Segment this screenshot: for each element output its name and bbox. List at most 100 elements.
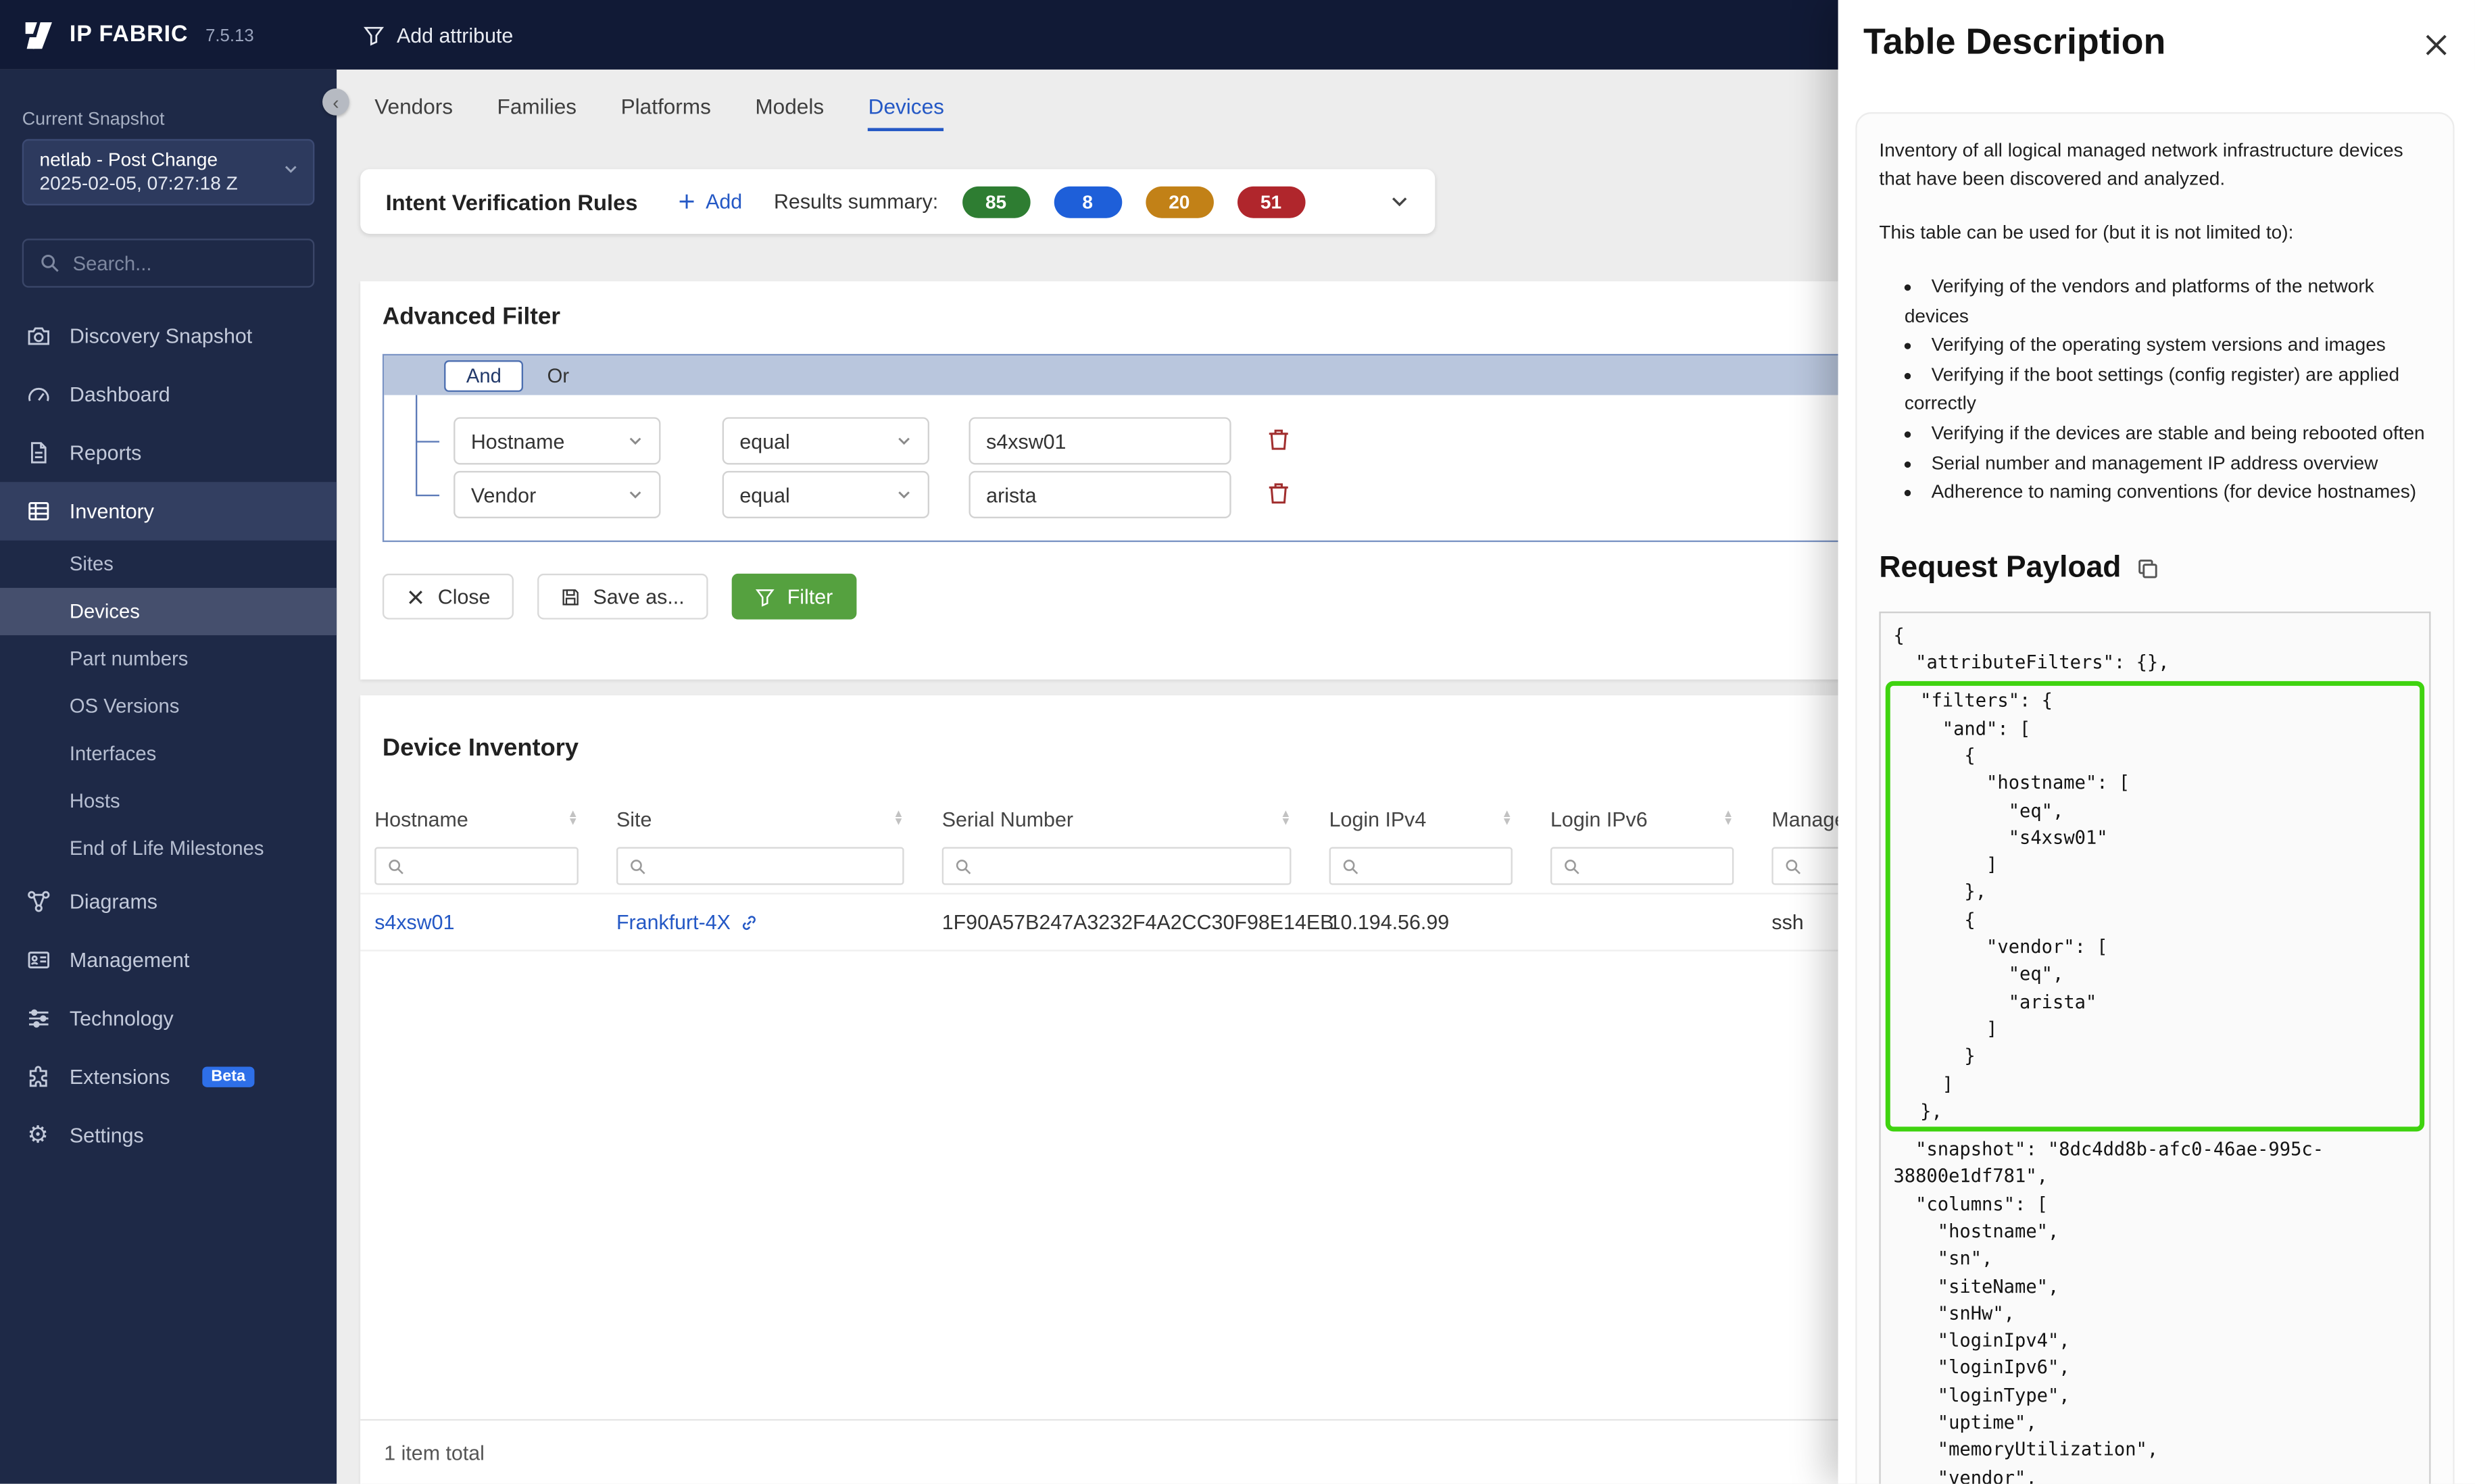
sidebar-item-label: Discovery Snapshot bbox=[70, 324, 252, 347]
column-header-serial-number[interactable]: Serial Number ▲▼ bbox=[942, 807, 1329, 831]
tab-vendors[interactable]: Vendors bbox=[374, 95, 453, 131]
tab-platforms[interactable]: Platforms bbox=[621, 95, 711, 131]
sidebar-item-end-of-life[interactable]: End of Life Milestones bbox=[0, 825, 337, 872]
result-badge-amber[interactable]: 20 bbox=[1146, 186, 1214, 218]
result-badge-blue[interactable]: 8 bbox=[1054, 186, 1122, 218]
collapse-sidebar-button[interactable]: ‹ bbox=[322, 89, 349, 116]
item-count: 1 item total bbox=[384, 1440, 485, 1464]
sidebar-item-reports[interactable]: Reports bbox=[0, 424, 337, 483]
serial-number-search-input[interactable] bbox=[981, 855, 1279, 877]
device-site-cell[interactable]: Frankfurt-4X bbox=[616, 910, 942, 934]
camera-icon bbox=[25, 323, 50, 348]
inventory-list-icon bbox=[25, 499, 50, 524]
add-attribute-button[interactable]: Add attribute bbox=[364, 23, 513, 47]
chevron-down-icon bbox=[896, 433, 912, 449]
sort-icons[interactable]: ▲▼ bbox=[1502, 811, 1513, 826]
filter-icon bbox=[364, 24, 384, 45]
snapshot-name: netlab - Post Change bbox=[39, 149, 268, 172]
login-ipv4-search[interactable] bbox=[1329, 847, 1513, 885]
login-ipv6-search-input[interactable] bbox=[1590, 855, 1721, 877]
sidebar-item-label: Technology bbox=[70, 1007, 174, 1031]
tab-families[interactable]: Families bbox=[497, 95, 577, 131]
login-ipv4-search-input[interactable] bbox=[1369, 855, 1500, 877]
sort-icons[interactable]: ▲▼ bbox=[893, 811, 904, 826]
operator-select-value: equal bbox=[739, 483, 789, 506]
sidebar-search-input[interactable] bbox=[73, 252, 297, 274]
sidebar-item-os-versions[interactable]: OS Versions bbox=[0, 683, 337, 730]
sidebar-item-discovery-snapshot[interactable]: Discovery Snapshot bbox=[0, 307, 337, 366]
tab-models[interactable]: Models bbox=[755, 95, 824, 131]
sidebar-item-label: Extensions bbox=[70, 1065, 170, 1089]
sidebar-item-hosts[interactable]: Hosts bbox=[0, 778, 337, 825]
operator-select[interactable]: equal bbox=[722, 417, 929, 464]
sidebar-item-label: Settings bbox=[70, 1124, 144, 1147]
sidebar-item-label: Diagrams bbox=[70, 890, 157, 914]
chevron-down-icon[interactable] bbox=[1389, 191, 1409, 212]
close-filter-button[interactable]: Close bbox=[383, 574, 514, 620]
sidebar-item-technology[interactable]: Technology bbox=[0, 989, 337, 1048]
chevron-left-icon: ‹ bbox=[333, 91, 339, 113]
current-snapshot-label: Current Snapshot bbox=[22, 111, 315, 130]
sidebar-item-sites[interactable]: Sites bbox=[0, 541, 337, 588]
chevron-down-icon bbox=[627, 487, 643, 502]
inventory-tabs: Vendors Families Platforms Models Device… bbox=[374, 95, 944, 131]
sidebar-item-extensions[interactable]: Extensions Beta bbox=[0, 1047, 337, 1106]
close-icon[interactable] bbox=[2423, 32, 2450, 59]
tab-devices[interactable]: Devices bbox=[868, 95, 944, 131]
column-header-login-ipv4[interactable]: Login IPv4 ▲▼ bbox=[1329, 807, 1550, 831]
column-header-login-ipv6[interactable]: Login IPv6 ▲▼ bbox=[1550, 807, 1771, 831]
snapshot-selector[interactable]: netlab - Post Change 2025-02-05, 07:27:1… bbox=[22, 139, 315, 205]
delete-filter-row-button[interactable] bbox=[1266, 480, 1293, 508]
column-header-hostname[interactable]: Hostname ▲▼ bbox=[374, 807, 616, 831]
apply-filter-button[interactable]: Filter bbox=[732, 574, 856, 620]
result-badge-green[interactable]: 85 bbox=[962, 186, 1030, 218]
sidebar-item-devices[interactable]: Devices bbox=[0, 588, 337, 635]
plus-icon bbox=[679, 193, 696, 210]
sidebar-item-inventory[interactable]: Inventory bbox=[0, 482, 337, 541]
column-label: Login IPv4 bbox=[1329, 807, 1427, 831]
login-ipv6-search[interactable] bbox=[1550, 847, 1734, 885]
search-icon bbox=[387, 858, 405, 875]
device-hostname-link[interactable]: s4xsw01 bbox=[374, 910, 616, 934]
copy-icon[interactable] bbox=[2137, 558, 2159, 580]
search-icon bbox=[954, 858, 972, 875]
sidebar-menu: Discovery Snapshot Dashboard Reports Inv… bbox=[0, 307, 337, 1165]
or-toggle-button[interactable]: Or bbox=[530, 360, 587, 391]
save-as-button[interactable]: Save as... bbox=[538, 574, 708, 620]
field-select-value: Vendor bbox=[471, 483, 536, 506]
field-select[interactable]: Vendor bbox=[454, 471, 660, 518]
sidebar-search[interactable] bbox=[22, 239, 315, 287]
sidebar-item-interfaces[interactable]: Interfaces bbox=[0, 730, 337, 777]
filter-value-input[interactable] bbox=[969, 417, 1231, 464]
site-link[interactable]: Frankfurt-4X bbox=[616, 910, 731, 934]
sidebar-item-dashboard[interactable]: Dashboard bbox=[0, 365, 337, 424]
app-version: 7.5.13 bbox=[205, 27, 254, 46]
hostname-search-input[interactable] bbox=[414, 855, 566, 877]
sort-icons[interactable]: ▲▼ bbox=[1280, 811, 1291, 826]
field-select-value: Hostname bbox=[471, 429, 565, 453]
site-search-input[interactable] bbox=[656, 855, 891, 877]
sort-icons[interactable]: ▲▼ bbox=[568, 811, 579, 826]
site-search[interactable] bbox=[616, 847, 904, 885]
hostname-search[interactable] bbox=[374, 847, 579, 885]
chevron-down-icon bbox=[627, 433, 643, 449]
result-badge-red[interactable]: 51 bbox=[1237, 186, 1305, 218]
filter-icon bbox=[756, 587, 775, 606]
filter-value-input[interactable] bbox=[969, 471, 1231, 518]
operator-select[interactable]: equal bbox=[722, 471, 929, 518]
serial-number-search[interactable] bbox=[942, 847, 1292, 885]
column-label: Login IPv6 bbox=[1550, 807, 1648, 831]
sidebar-item-management[interactable]: Management bbox=[0, 931, 337, 989]
field-select[interactable]: Hostname bbox=[454, 417, 660, 464]
trash-icon bbox=[1266, 426, 1291, 451]
delete-filter-row-button[interactable] bbox=[1266, 426, 1293, 453]
login-ipv4-value: 10.194.56.99 bbox=[1329, 910, 1550, 934]
sort-icons[interactable]: ▲▼ bbox=[1723, 811, 1734, 826]
sidebar-item-diagrams[interactable]: Diagrams bbox=[0, 872, 337, 931]
add-rule-button[interactable]: Add bbox=[679, 190, 742, 214]
column-header-site[interactable]: Site ▲▼ bbox=[616, 807, 942, 831]
and-toggle-button[interactable]: And bbox=[444, 360, 524, 391]
sidebar-item-settings[interactable]: ⚙ Settings bbox=[0, 1106, 337, 1165]
sidebar-item-part-numbers[interactable]: Part numbers bbox=[0, 635, 337, 683]
code-highlighted-filters: "filters": { "and": [ { "hostname": [ "e… bbox=[1886, 682, 2424, 1132]
